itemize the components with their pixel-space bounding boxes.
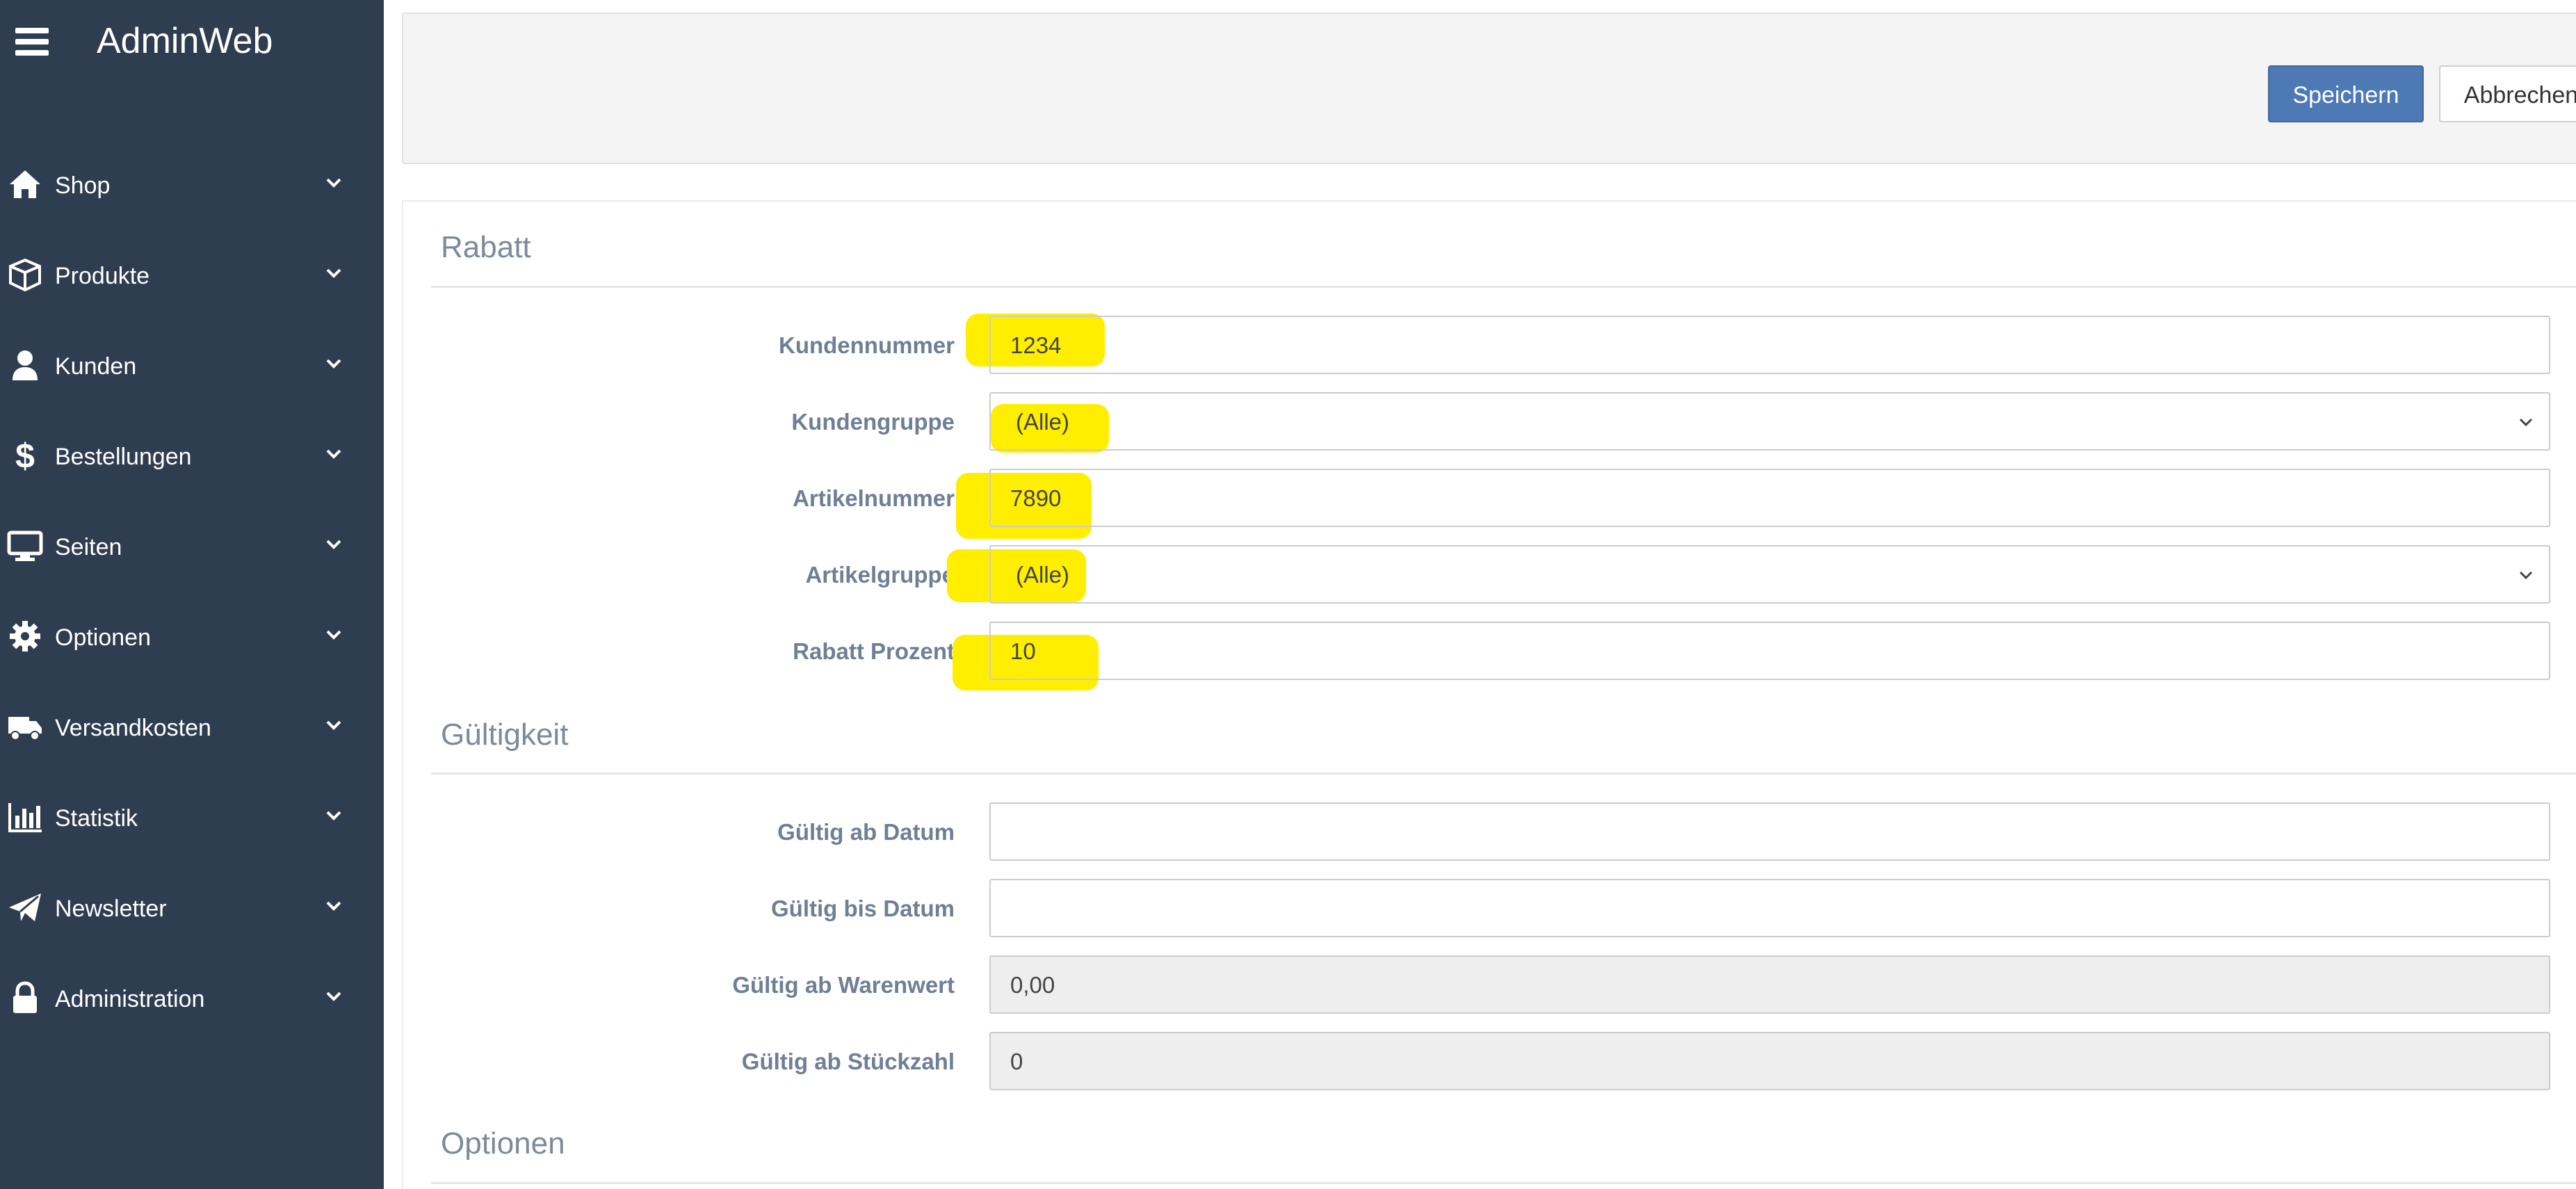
save-button[interactable]: Speichern [2268,65,2424,122]
section-title-rabatt: Rabatt [441,230,531,264]
dollar-icon: $ [15,439,35,472]
label-gueltig-ab-warenwert: Gültig ab Warenwert [732,972,955,998]
sidebar-item-label: Administration [55,986,205,1012]
label-gueltig-ab-datum: Gültig ab Datum [777,819,955,845]
home-icon [10,170,40,198]
gear-icon [10,621,40,652]
chevron-down-icon [326,449,341,459]
lock-icon [13,981,37,1013]
chevron-down-icon [326,811,341,820]
toolbar: Speichern Abbrechen [402,13,2576,164]
artikelnummer-value: 7890 [1010,485,1062,511]
sidebar: AdminWeb Shop Produkte Kunden $ Bestellu… [0,0,384,1189]
box-icon [9,258,41,291]
sidebar-item-versandkosten[interactable]: Versandkosten [0,682,384,773]
sidebar-item-label: Produkte [55,263,150,289]
chevron-down-icon [326,268,341,278]
sidebar-item-administration[interactable]: Administration [0,953,384,1044]
svg-text:$: $ [15,439,35,472]
rabatt-prozent-value: 10 [1010,638,1036,664]
sidebar-item-label: Bestellungen [55,444,192,470]
gueltig-ab-warenwert-value: 0,00 [1010,972,1055,998]
kundengruppe-select[interactable]: (Alle) [989,392,2550,451]
chevron-down-icon [326,178,341,188]
section-divider [431,286,2576,288]
sidebar-item-produkte[interactable]: Produkte [0,230,384,321]
gueltig-ab-stueckzahl-value: 0 [1010,1049,1023,1074]
sidebar-item-label: Statistik [55,805,138,832]
gueltig-ab-datum-input[interactable] [989,802,2550,861]
cancel-button[interactable]: Abbrechen [2439,65,2576,122]
label-artikelnummer: Artikelnummer [793,485,955,511]
label-gueltig-bis-datum: Gültig bis Datum [771,896,955,921]
gueltig-ab-stueckzahl-input: 0 [989,1032,2550,1090]
sidebar-item-label: Shop [55,172,111,199]
chevron-down-icon [326,720,341,730]
rabatt-prozent-input[interactable]: 10 [989,622,2550,680]
sidebar-item-shop[interactable]: Shop [0,140,384,230]
sidebar-item-kunden[interactable]: Kunden [0,321,384,411]
gueltig-ab-warenwert-input: 0,00 [989,955,2550,1014]
chevron-down-icon [2519,418,2533,427]
sidebar-item-bestellungen[interactable]: $ Bestellungen [0,411,384,501]
sidebar-item-statistik[interactable]: Statistik [0,773,384,863]
brand-row: AdminWeb [0,0,384,83]
kundennummer-value: 1234 [1010,332,1062,358]
kundengruppe-value: (Alle) [1016,409,1070,435]
bar-chart-icon [8,803,42,832]
chevron-down-icon [326,359,341,369]
section-divider [431,773,2576,775]
sidebar-item-label: Seiten [55,534,122,560]
sidebar-item-label: Versandkosten [55,715,211,741]
app-title: AdminWeb [97,21,273,61]
gueltig-bis-datum-input[interactable] [989,879,2550,937]
monitor-icon [7,531,43,561]
sidebar-item-optionen[interactable]: Optionen [0,592,384,682]
sidebar-item-label: Kunden [55,353,137,380]
sidebar-item-seiten[interactable]: Seiten [0,501,384,592]
section-title-gueltigkeit: Gültigkeit [441,718,569,752]
label-gueltig-ab-stueckzahl: Gültig ab Stückzahl [741,1049,955,1074]
paper-plane-icon [9,893,41,921]
sidebar-item-label: Optionen [55,624,151,651]
section-divider [431,1182,2576,1184]
artikelgruppe-value: (Alle) [1016,562,1070,588]
artikelgruppe-select[interactable]: (Alle) [989,545,2550,604]
truck-icon [8,717,42,741]
chevron-down-icon [326,901,341,911]
chevron-down-icon [326,540,341,549]
artikelnummer-input[interactable]: 7890 [989,469,2550,527]
label-artikelgruppe: Artikelgruppe [805,562,955,588]
label-kundengruppe: Kundengruppe [791,409,955,435]
chevron-down-icon [326,992,341,1001]
label-rabatt-prozent: Rabatt Prozent [793,638,955,664]
sidebar-item-newsletter[interactable]: Newsletter [0,863,384,953]
sidebar-item-label: Newsletter [55,896,167,922]
user-icon [13,350,38,380]
section-title-optionen: Optionen [441,1126,565,1160]
chevron-down-icon [2519,571,2533,580]
kundennummer-input[interactable]: 1234 [989,316,2550,374]
label-kundennummer: Kundennummer [778,332,955,358]
hamburger-menu-icon[interactable] [15,28,49,56]
chevron-down-icon [326,630,341,640]
